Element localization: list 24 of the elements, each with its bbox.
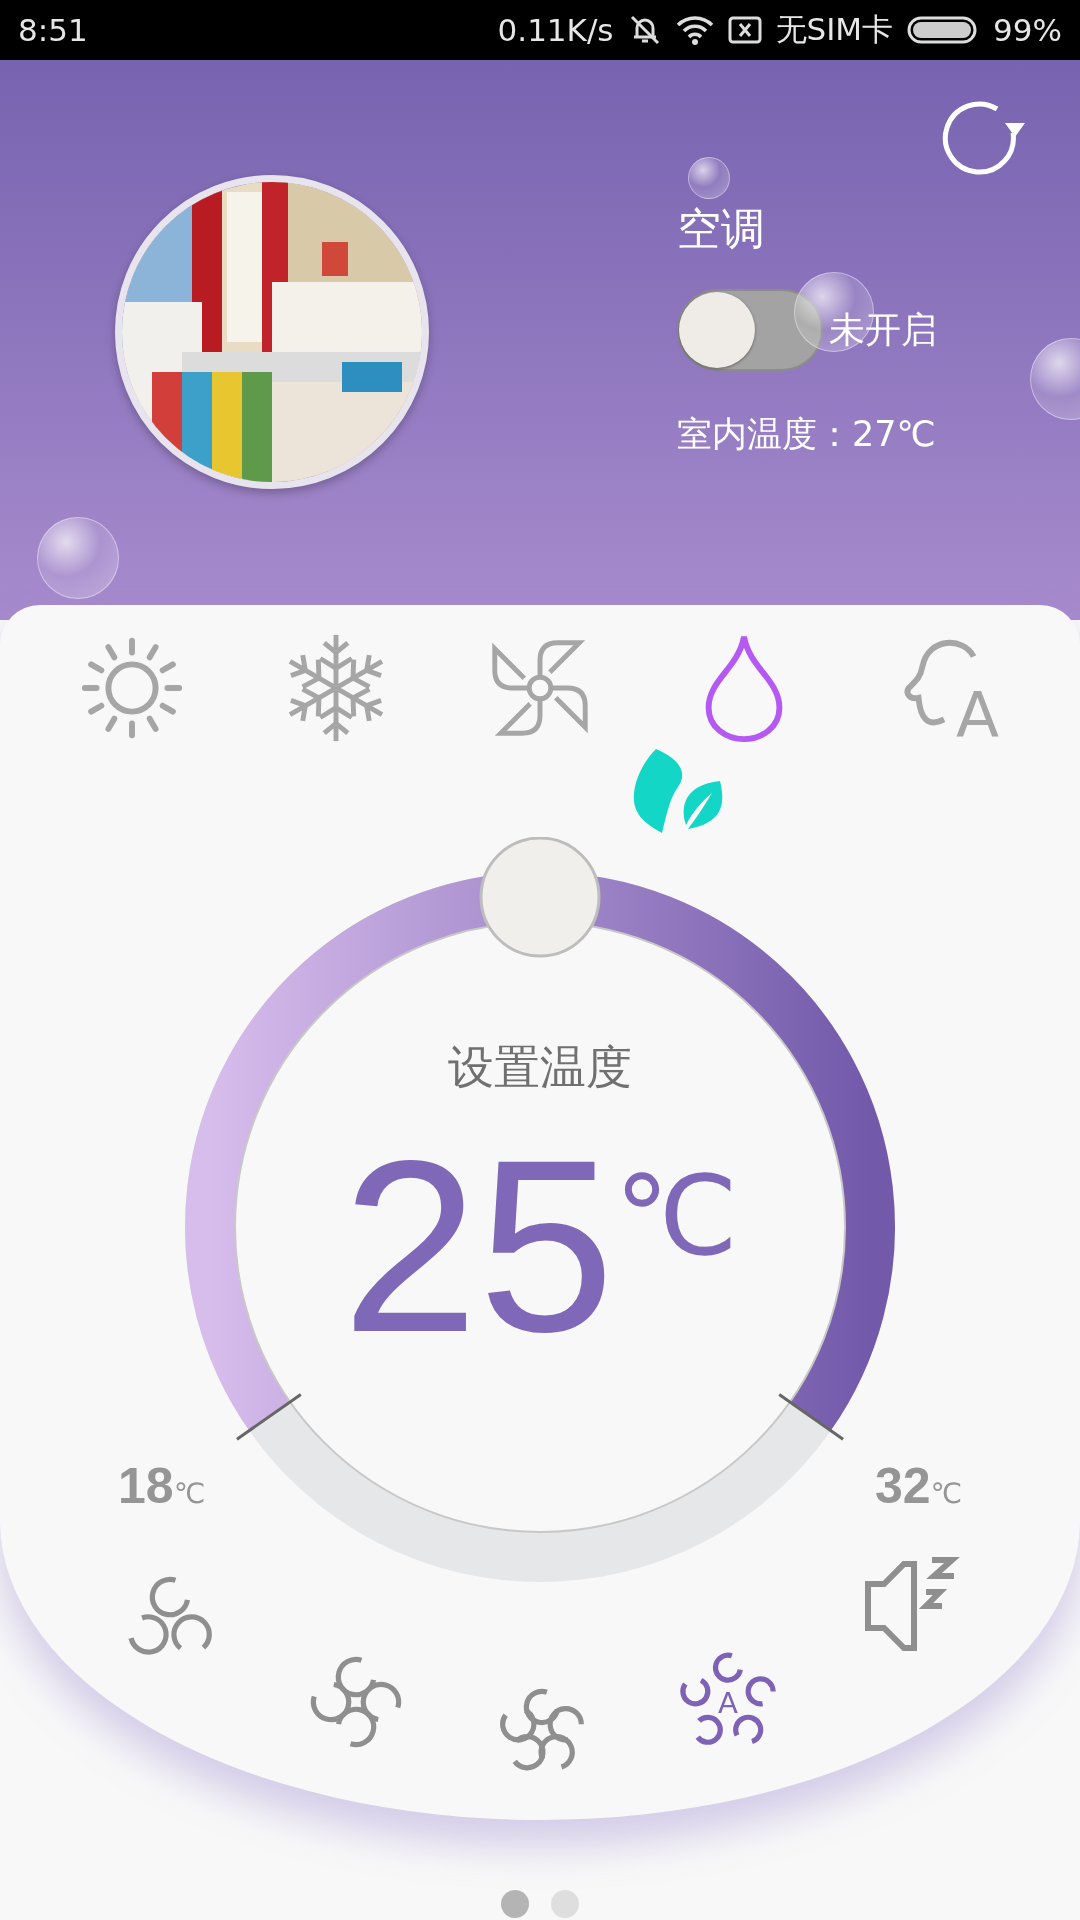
min-temperature-unit: ℃: [173, 1477, 206, 1510]
device-title: 空调: [677, 202, 766, 256]
temperature-unit: ℃: [614, 1152, 739, 1280]
indoor-temperature: 室内温度：27℃: [677, 413, 937, 456]
network-speed: 0.11K/s: [497, 12, 614, 48]
wifi-icon: [675, 15, 714, 45]
power-status: 未开启: [829, 307, 937, 352]
set-temperature-value: 25: [341, 1124, 615, 1369]
bubble-icon: [688, 157, 730, 199]
no-sim-icon: [727, 15, 762, 45]
tick-mark: [778, 1393, 844, 1441]
page-indicator-dot[interactable]: [501, 1890, 529, 1918]
clock: 8:51: [18, 12, 88, 48]
page-indicator-dot[interactable]: [551, 1890, 579, 1918]
set-temperature-label: 设置温度: [448, 1039, 632, 1096]
battery-percent: 99%: [993, 12, 1062, 48]
power-switch[interactable]: [677, 289, 823, 371]
fan-speed-button[interactable]: A: [676, 1650, 780, 1754]
max-temperature: 32: [874, 1457, 931, 1515]
min-temperature: 18: [118, 1457, 174, 1515]
tick-mark: [236, 1393, 302, 1441]
max-temperature-unit: ℃: [930, 1477, 962, 1510]
sim-status: 无SIM卡: [775, 10, 894, 49]
dial-thumb[interactable]: [479, 837, 601, 958]
